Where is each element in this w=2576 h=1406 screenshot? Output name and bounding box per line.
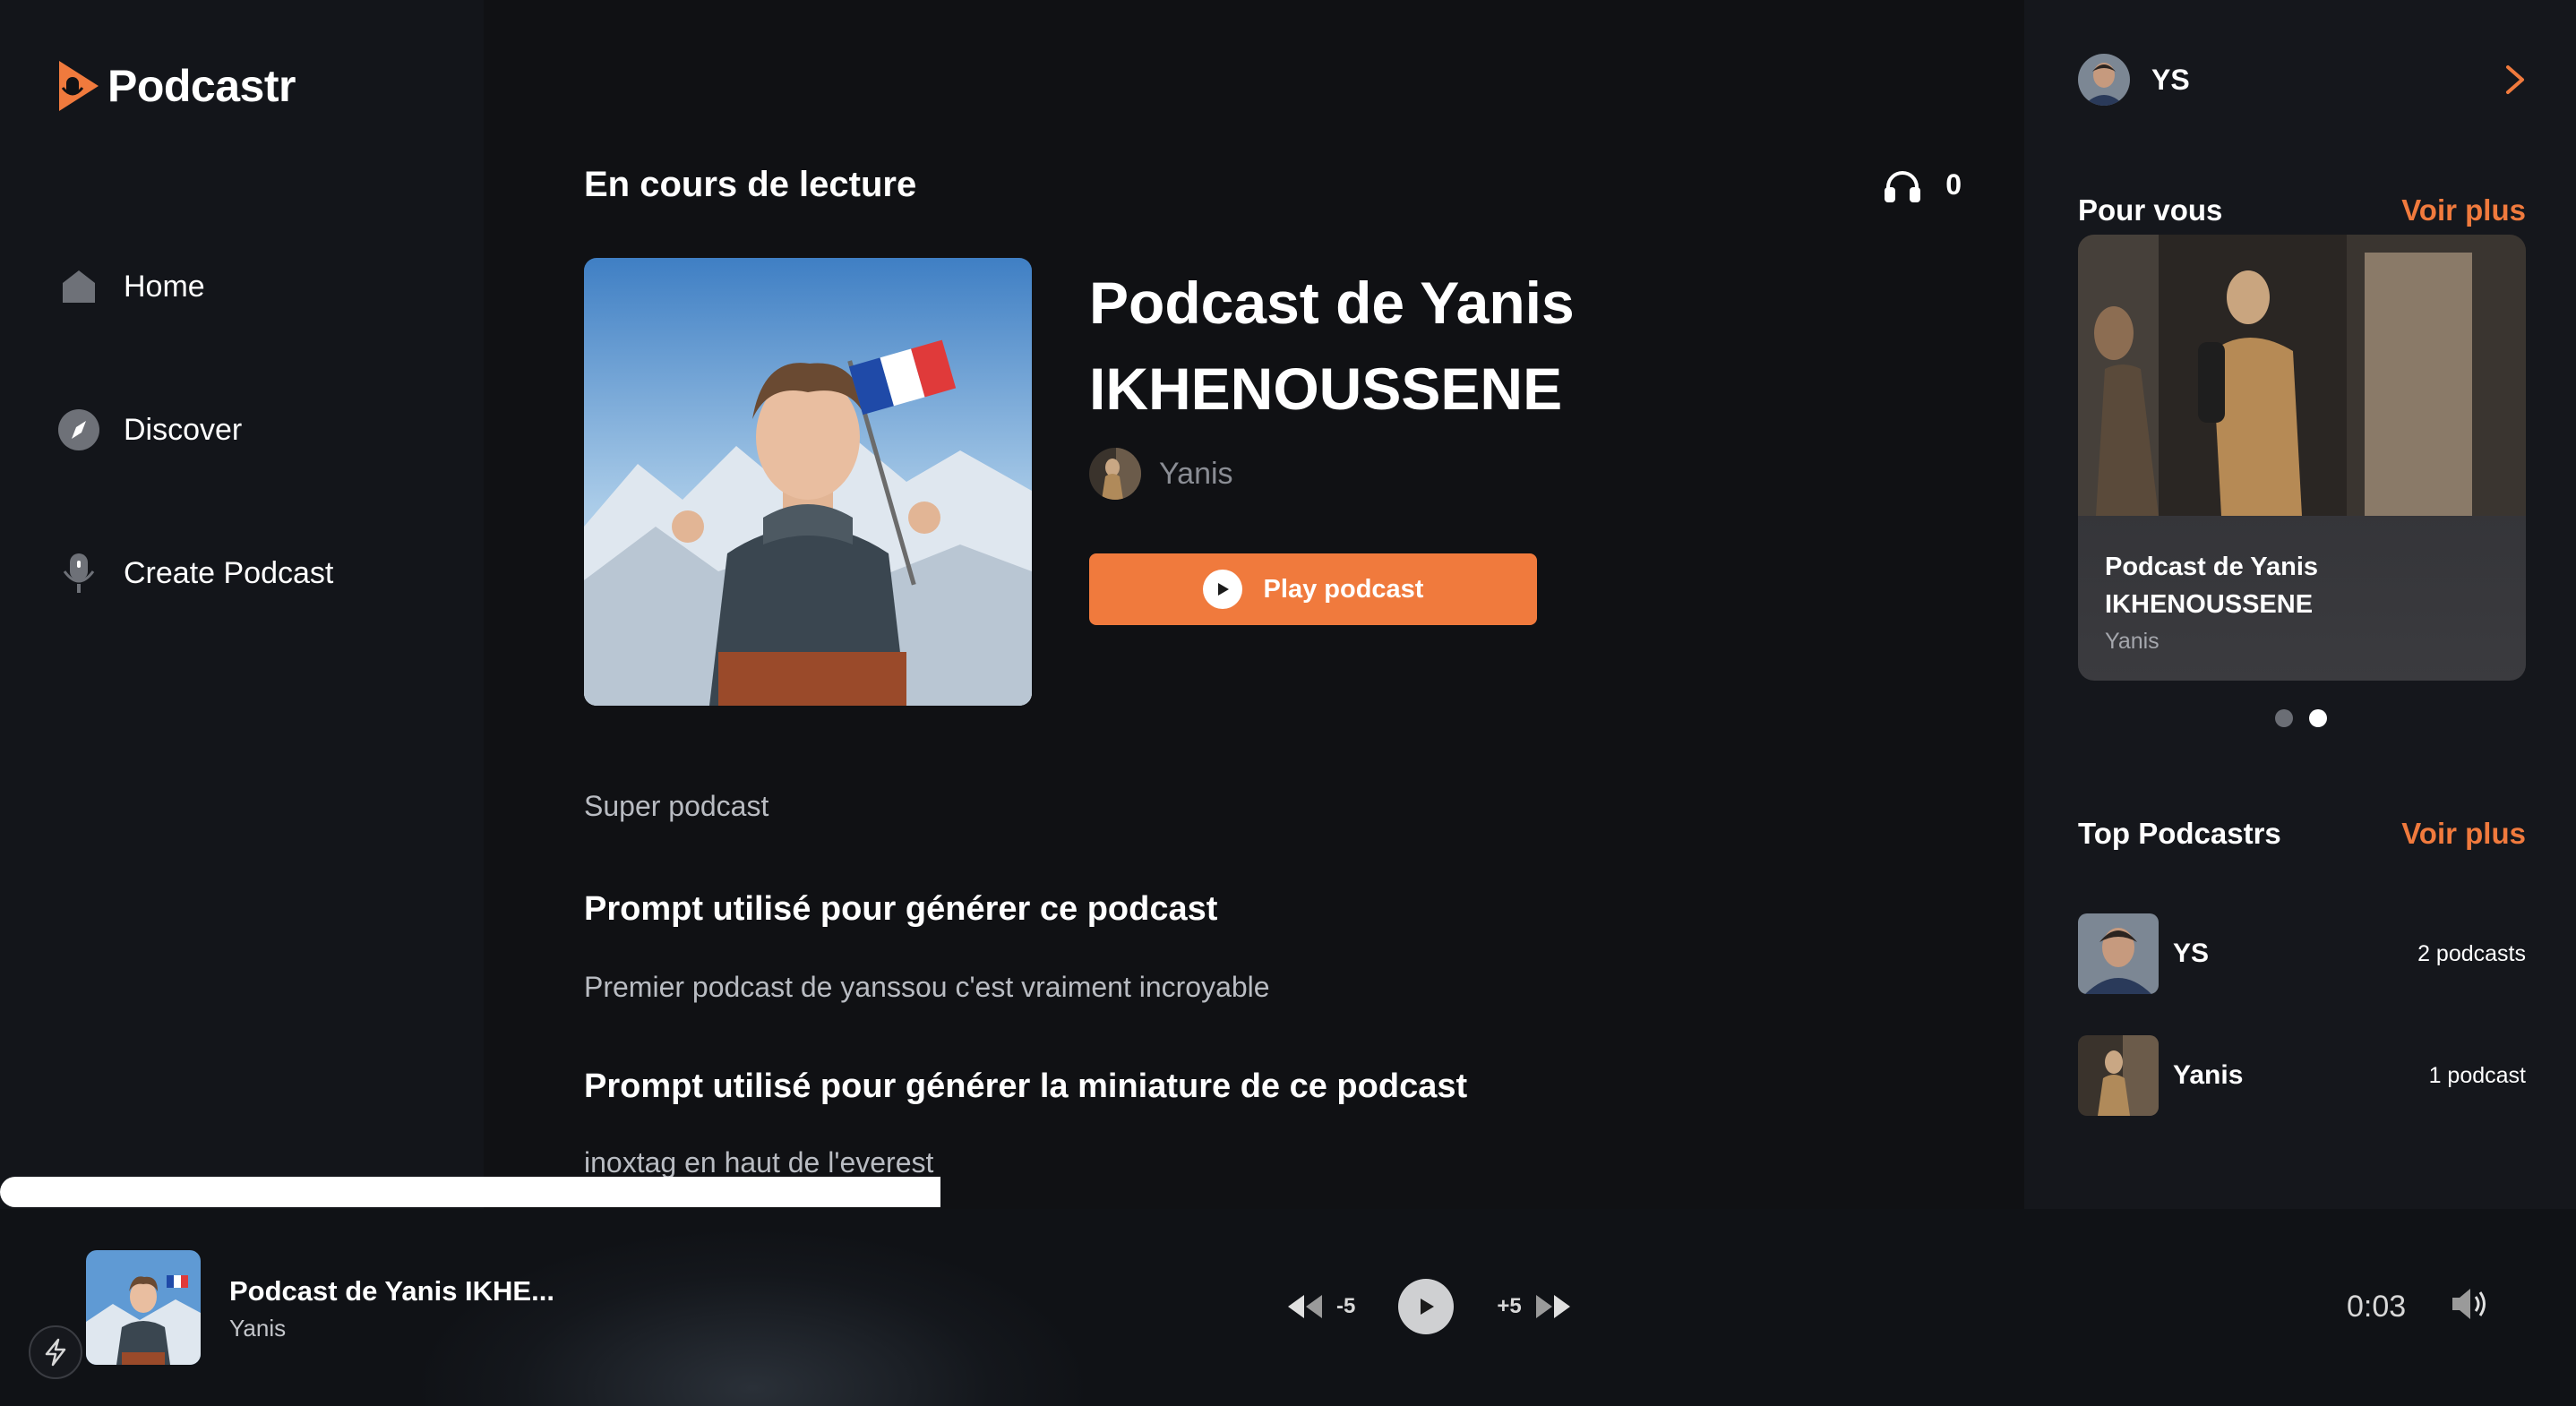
sidebar-item-label: Discover	[124, 412, 243, 447]
podcaster-count: 1 podcast	[2428, 1062, 2526, 1088]
top-podcasters-header: Top Podcastrs Voir plus	[2078, 817, 2526, 851]
podcast-title: Podcast de Yanis IKHENOUSSENE	[1089, 270, 1575, 422]
sidebar-item-label: Create Podcast	[124, 555, 334, 590]
featured-podcast-author: Yanis	[2105, 629, 2160, 654]
author-avatar	[1089, 448, 1141, 500]
user-avatar	[2078, 54, 2130, 106]
top-podcasters-see-more-link[interactable]: Voir plus	[2401, 817, 2526, 851]
player-thumbnail[interactable]	[86, 1250, 201, 1365]
lightning-icon	[45, 1338, 66, 1367]
carousel-dots	[2275, 709, 2327, 727]
player-author: Yanis	[229, 1315, 287, 1342]
playback-progress-fill	[0, 1177, 940, 1207]
left-sidebar: Podcastr Home Discover Create Podcast	[0, 0, 484, 1209]
top-podcaster-row[interactable]: Yanis 1 podcast	[2078, 1035, 2526, 1116]
playback-time: 0:03	[2347, 1290, 2407, 1324]
player-play-button[interactable]	[1398, 1279, 1455, 1334]
section-title: En cours de lecture	[584, 165, 917, 204]
user-initials: YS	[2151, 63, 2190, 96]
for-you-header: Pour vous Voir plus	[2078, 193, 2526, 227]
user-profile-row[interactable]: YS	[2078, 54, 2526, 106]
rewind-label: -5	[1336, 1294, 1356, 1318]
featured-podcast-title: Podcast de Yanis IKHENOUSSENE	[2105, 553, 2319, 619]
carousel-dot[interactable]	[2309, 709, 2327, 727]
podcast-cover	[584, 258, 1032, 706]
sidebar-item-discover[interactable]: Discover	[57, 403, 333, 457]
forward-button[interactable]: +5	[1497, 1293, 1571, 1320]
for-you-title: Pour vous	[2078, 193, 2223, 227]
sidebar-item-home[interactable]: Home	[57, 260, 333, 313]
podcaster-avatar	[2078, 1035, 2159, 1116]
listen-count-value: 0	[1945, 168, 1962, 201]
author-row[interactable]: Yanis	[1089, 448, 1716, 500]
forward-label: +5	[1497, 1294, 1522, 1318]
play-podcast-button[interactable]: Play podcast	[1089, 553, 1537, 625]
app-name: Podcastr	[107, 61, 296, 111]
quick-action-button[interactable]	[29, 1325, 82, 1379]
rewind-button[interactable]: -5	[1286, 1293, 1355, 1320]
podcaster-avatar	[2078, 913, 2159, 994]
logo-icon	[59, 61, 99, 111]
logo[interactable]: Podcastr	[54, 57, 296, 115]
headphones-icon	[1885, 170, 1921, 202]
podcast-description: Super podcast	[584, 790, 769, 822]
podcaster-name: YS	[2173, 939, 2210, 968]
sidebar-item-create-podcast[interactable]: Create Podcast	[57, 546, 333, 600]
sidebar-nav: Home Discover Create Podcast	[57, 260, 333, 690]
rewind-icon	[1288, 1295, 1322, 1318]
volume-button[interactable]	[2451, 1286, 2492, 1326]
featured-podcast-card[interactable]: Podcast de Yanis IKHENOUSSENE Yanis	[2078, 235, 2526, 681]
author-name: Yanis	[1159, 456, 1233, 491]
featured-podcast-image	[2078, 235, 2526, 516]
volume-icon	[2452, 1289, 2486, 1319]
main-content: En cours de lecture 0 Podcast de Yanis I…	[484, 0, 2024, 1209]
for-you-see-more-link[interactable]: Voir plus	[2401, 193, 2526, 227]
play-icon	[1202, 570, 1242, 609]
playback-progress-bar[interactable]	[0, 1177, 2576, 1209]
microphone-icon	[57, 552, 100, 595]
voice-prompt-text: Premier podcast de yanssou c'est vraimen…	[584, 971, 1270, 1003]
chevron-right-icon[interactable]	[2504, 64, 2526, 96]
compass-icon	[57, 408, 100, 451]
forward-icon	[1535, 1295, 1570, 1318]
audio-player: Podcast de Yanis IKHE... Yanis -5 +5 0:0…	[0, 1209, 2576, 1406]
home-icon	[57, 265, 100, 308]
thumbnail-prompt-text: inoxtag en haut de l'everest	[584, 1146, 934, 1179]
carousel-dot[interactable]	[2275, 709, 2293, 727]
play-podcast-label: Play podcast	[1263, 574, 1424, 604]
play-icon	[1421, 1299, 1435, 1315]
thumbnail-prompt-heading: Prompt utilisé pour générer la miniature…	[584, 1067, 1468, 1105]
podcaster-count: 2 podcasts	[2417, 940, 2526, 966]
player-controls: -5 +5	[1286, 1279, 1572, 1334]
podcaster-name: Yanis	[2173, 1060, 2244, 1090]
top-podcasters-title: Top Podcastrs	[2078, 817, 2281, 850]
podcast-info: Podcast de Yanis IKHENOUSSENE Yanis Play…	[1089, 260, 1716, 625]
voice-prompt-heading: Prompt utilisé pour générer ce podcast	[584, 890, 1218, 928]
now-playing-header: En cours de lecture 0	[584, 165, 1962, 205]
player-title: Podcast de Yanis IKHE...	[229, 1275, 554, 1307]
top-podcaster-row[interactable]: YS 2 podcasts	[2078, 913, 2526, 994]
sidebar-item-label: Home	[124, 269, 205, 304]
right-sidebar: YS Pour vous Voir plus Podcast de Yanis …	[2024, 0, 2576, 1209]
listen-count: 0	[1883, 167, 1962, 203]
